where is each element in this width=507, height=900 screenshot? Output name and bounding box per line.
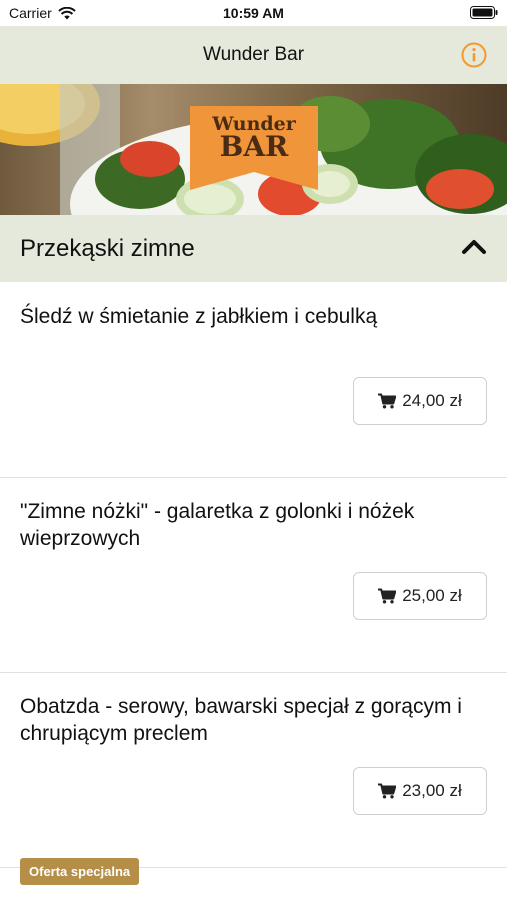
menu-item-name: Śledź w śmietanie z jabłkiem i cebulką	[20, 305, 378, 328]
info-icon[interactable]	[461, 42, 487, 68]
chevron-up-icon[interactable]	[461, 237, 487, 257]
menu-item: "Zimne nóżki" - galaretka z golonki i nó…	[0, 478, 507, 673]
navigation-bar: Wunder Bar	[0, 26, 507, 84]
cart-icon	[378, 588, 397, 604]
restaurant-banner: Wunder BAR	[0, 84, 507, 215]
price-label: 25,00 zł	[402, 586, 462, 605]
add-to-cart-button[interactable]: 25,00 zł	[353, 572, 487, 620]
section-title: Przekąski zimne	[20, 235, 195, 262]
special-offer-badge: Oferta specjalna	[20, 858, 140, 885]
logo-text-bar: BAR	[220, 130, 289, 163]
battery-icon	[470, 6, 498, 19]
status-time: 10:59 AM	[223, 5, 284, 21]
add-to-cart-button[interactable]: 24,00 zł	[353, 377, 487, 425]
menu-item: Śledź w śmietanie z jabłkiem i cebulką 2…	[0, 283, 507, 478]
section-header-cold-starters[interactable]: Przekąski zimne	[0, 215, 507, 282]
price-label: 23,00 zł	[402, 781, 462, 800]
add-to-cart-button[interactable]: 23,00 zł	[353, 767, 487, 815]
cart-icon	[378, 393, 397, 409]
menu-item-name: Obatzda - serowy, bawarski specjał z gor…	[20, 695, 462, 745]
menu-item-name: "Zimne nóżki" - galaretka z golonki i nó…	[20, 500, 415, 550]
menu-item: Obatzda - serowy, bawarski specjał z gor…	[0, 673, 507, 868]
page-title: Wunder Bar	[202, 44, 305, 65]
cart-icon	[378, 783, 397, 799]
price-label: 24,00 zł	[402, 391, 462, 410]
status-bar: Carrier 10:59 AM	[0, 0, 507, 26]
banner-image: Wunder BAR	[0, 84, 507, 215]
